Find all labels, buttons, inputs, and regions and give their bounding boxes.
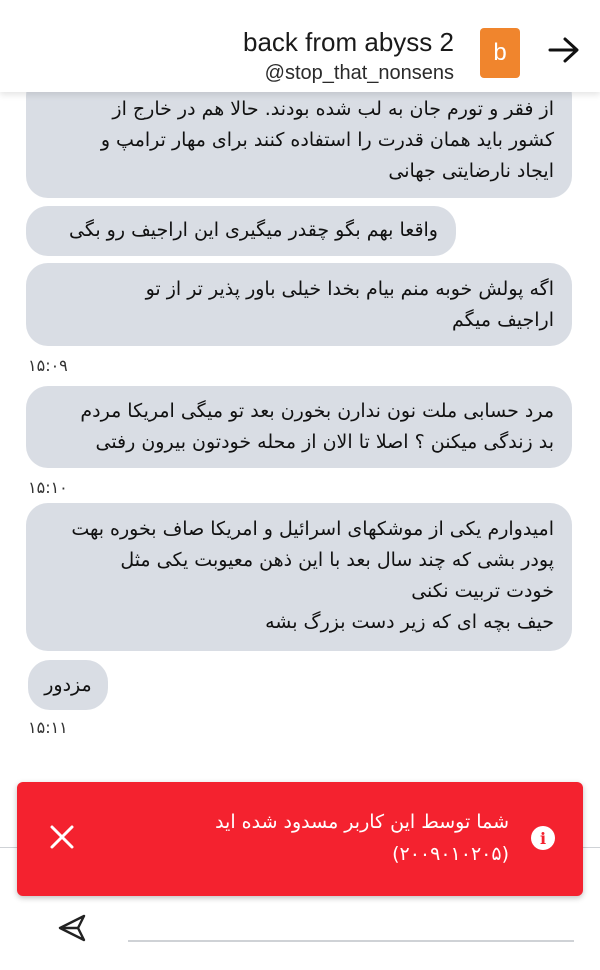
contact-handle[interactable]: @stop_that_nonsens	[265, 62, 454, 85]
send-icon[interactable]	[56, 912, 88, 944]
blocked-banner: شما توسط این کاربر مسدود شده اید (۲۰۰۹۰۱…	[17, 782, 583, 896]
message-line: اراجیف میگم	[452, 309, 554, 331]
message-time: ۱۵:۱۰	[28, 478, 68, 497]
message-line: ایجاد نارضایتی جهانی	[388, 160, 554, 182]
message-line: پودر بشی که چند سال بعد با این ذهن معیوب…	[120, 549, 554, 571]
message-line: مرد حسابی ملت نون ندارن بخورن بعد تو میگ…	[80, 400, 554, 422]
message-bubble: امیدوارم یکی از موشکهای اسرائیل و امریکا…	[26, 503, 572, 651]
message-line: خودت تربیت نکنی	[411, 580, 554, 602]
contact-name[interactable]: back from abyss 2	[243, 27, 454, 58]
message-bubble: مرد حسابی ملت نون ندارن بخورن بعد تو میگ…	[26, 386, 572, 468]
chat-header: back from abyss 2 @stop_that_nonsens b	[0, 0, 600, 92]
message-list[interactable]: از فقر و تورم جان به لب شده بودند. حالا …	[0, 0, 600, 760]
arrow-right-icon[interactable]	[546, 32, 582, 68]
message-bubble: از فقر و تورم جان به لب شده بودند. حالا …	[26, 74, 572, 198]
message-line: مزدور	[44, 674, 92, 696]
message-bubble: مزدور	[28, 660, 108, 710]
divider	[583, 847, 600, 848]
message-line: واقعا بهم بگو چقدر میگیری این اراجیف رو …	[69, 219, 438, 241]
message-line: حیف بچه ای که زیر دست بزرگ بشه	[265, 611, 554, 633]
message-line: کشور باید همان قدرت را استفاده کنند برای…	[100, 129, 554, 151]
message-line: امیدوارم یکی از موشکهای اسرائیل و امریکا…	[71, 518, 554, 540]
close-icon[interactable]	[49, 824, 75, 850]
divider	[0, 847, 17, 848]
message-line: بد زندگی میکنن ؟ اصلا تا الان از محله خو…	[95, 431, 554, 453]
avatar[interactable]: b	[480, 28, 520, 78]
message-input[interactable]	[128, 940, 574, 942]
banner-text: شما توسط این کاربر مسدود شده اید (۲۰۰۹۰۱…	[89, 806, 509, 870]
info-icon: i	[531, 826, 555, 850]
message-time: ۱۵:۱۱	[28, 718, 68, 737]
message-line: از فقر و تورم جان به لب شده بودند. حالا …	[112, 98, 554, 120]
banner-message: شما توسط این کاربر مسدود شده اید	[215, 811, 509, 833]
banner-code: (۲۰۰۹۰۱۰۲۰۵)	[392, 843, 509, 865]
message-bubble: اگه پولش خوبه منم بیام بخدا خیلی باور پذ…	[26, 263, 572, 346]
message-time: ۱۵:۰۹	[28, 356, 68, 375]
message-line: اگه پولش خوبه منم بیام بخدا خیلی باور پذ…	[145, 278, 554, 300]
message-bubble: واقعا بهم بگو چقدر میگیری این اراجیف رو …	[26, 206, 456, 256]
